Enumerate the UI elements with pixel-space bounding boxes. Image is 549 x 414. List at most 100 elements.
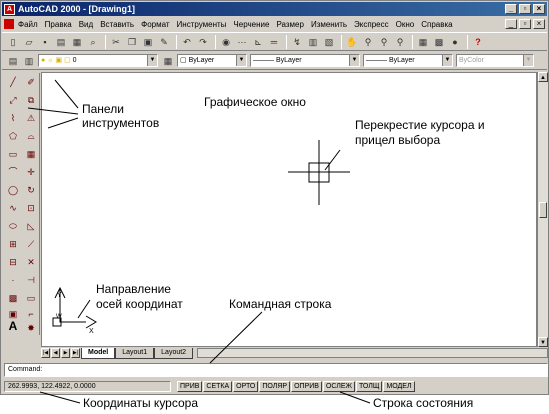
rectangle-icon[interactable]: ▭: [6, 147, 20, 161]
menu-edit[interactable]: Правка: [45, 20, 72, 29]
command-line[interactable]: Command:: [4, 363, 548, 377]
rotate-icon[interactable]: ↻: [24, 183, 38, 197]
scroll-down-icon[interactable]: ▼: [538, 337, 548, 347]
properties-icon[interactable]: ▦: [416, 35, 430, 49]
point-icon[interactable]: ·: [6, 273, 20, 287]
tab-layout1[interactable]: Layout1: [115, 347, 155, 359]
model-toggle[interactable]: МОДЕЛ: [383, 381, 415, 392]
ucs-icon[interactable]: ⊾: [251, 35, 265, 49]
trim-icon[interactable]: ✕: [24, 255, 38, 269]
polyline-icon[interactable]: ⌇: [6, 111, 20, 125]
menu-file[interactable]: Файл: [18, 20, 38, 29]
make-block-icon[interactable]: ⊟: [6, 255, 20, 269]
otrack-toggle[interactable]: ОСЛЕЖ: [322, 381, 355, 392]
menu-view[interactable]: Вид: [79, 20, 93, 29]
next-tab-icon[interactable]: ▶: [61, 348, 70, 358]
tab-model[interactable]: Model: [81, 347, 116, 359]
distance-icon[interactable]: ═: [267, 35, 281, 49]
menu-express[interactable]: Экспресс: [354, 20, 389, 29]
polar-toggle[interactable]: ПОЛЯР: [259, 381, 291, 392]
paste-icon[interactable]: ▣: [141, 35, 155, 49]
line-icon[interactable]: ╱: [6, 75, 20, 89]
construction-line-icon[interactable]: ⤢: [6, 93, 20, 107]
grid-toggle[interactable]: СЕТКА: [203, 381, 233, 392]
design-center-icon[interactable]: ▩: [432, 35, 446, 49]
stretch-icon[interactable]: ◺: [24, 219, 38, 233]
snap-from-icon[interactable]: ⋯: [235, 35, 249, 49]
undo-icon[interactable]: ↶: [180, 35, 194, 49]
make-layer-current-icon[interactable]: ▤: [6, 54, 20, 68]
zoom-previous-icon[interactable]: ⚲: [393, 35, 407, 49]
menu-help[interactable]: Справка: [421, 20, 452, 29]
hyperlink-icon[interactable]: ◉: [219, 35, 233, 49]
open-icon[interactable]: ▱: [22, 35, 36, 49]
redo-icon[interactable]: ↷: [196, 35, 210, 49]
cut-icon[interactable]: ✂: [109, 35, 123, 49]
scale-icon[interactable]: ⊡: [24, 201, 38, 215]
doc-minimize-button[interactable]: _: [505, 19, 517, 29]
layers-icon[interactable]: ▥: [22, 54, 36, 68]
first-tab-icon[interactable]: |◀: [41, 348, 50, 358]
document-icon[interactable]: [4, 19, 14, 29]
snap-toggle[interactable]: ПРИВ: [177, 381, 203, 392]
find-icon[interactable]: ⌕: [86, 35, 100, 49]
match-properties-icon[interactable]: ✎: [157, 35, 171, 49]
close-button[interactable]: ×: [533, 4, 545, 14]
named-views-icon[interactable]: ▥: [306, 35, 320, 49]
menu-tools[interactable]: Инструменты: [177, 20, 227, 29]
color-select[interactable]: ▢ ByLayer ▼: [177, 54, 247, 67]
lwt-toggle[interactable]: ТОЛЩ: [355, 381, 383, 392]
menu-insert[interactable]: Вставить: [100, 20, 134, 29]
last-tab-icon[interactable]: ▶|: [71, 348, 80, 358]
break-icon[interactable]: ▭: [24, 291, 38, 305]
vertical-scrollbar[interactable]: ▲ ▼: [537, 72, 548, 347]
minimize-button[interactable]: _: [505, 4, 517, 14]
horizontal-scrollbar[interactable]: [197, 348, 548, 358]
doc-close-button[interactable]: ×: [533, 19, 545, 29]
copy-object-icon[interactable]: ⧉: [24, 93, 38, 107]
zoom-realtime-icon[interactable]: ⚲: [361, 35, 375, 49]
circle-icon[interactable]: ◯: [6, 183, 20, 197]
ortho-toggle[interactable]: ОРТО: [233, 381, 259, 392]
prev-tab-icon[interactable]: ◀: [51, 348, 60, 358]
offset-icon[interactable]: ⌓: [24, 129, 38, 143]
preview-icon[interactable]: ▦: [70, 35, 84, 49]
pan-icon[interactable]: ✋: [345, 35, 359, 49]
new-icon[interactable]: ▯: [6, 35, 20, 49]
3d-orbit-icon[interactable]: ▧: [322, 35, 336, 49]
osnap-toggle[interactable]: ОПРИВ: [291, 381, 322, 392]
polygon-icon[interactable]: ⬠: [6, 129, 20, 143]
menu-dimension[interactable]: Размер: [276, 20, 304, 29]
hatch-icon[interactable]: ▩: [6, 291, 20, 305]
erase-icon[interactable]: ✐: [24, 75, 38, 89]
move-icon[interactable]: ✛: [24, 165, 38, 179]
arc-icon[interactable]: ⌒: [6, 165, 20, 179]
dbconnect-icon[interactable]: ●: [448, 35, 462, 49]
scroll-up-icon[interactable]: ▲: [538, 72, 548, 82]
lineweight-select[interactable]: ——— ByLayer ▼: [363, 54, 453, 67]
print-icon[interactable]: ▤: [54, 35, 68, 49]
menu-window[interactable]: Окно: [396, 20, 415, 29]
zoom-window-icon[interactable]: ⚲: [377, 35, 391, 49]
menu-draw[interactable]: Черчение: [233, 20, 269, 29]
save-icon[interactable]: ▪: [38, 35, 52, 49]
redraw-icon[interactable]: ↯: [290, 35, 304, 49]
spline-icon[interactable]: ∿: [6, 201, 20, 215]
chamfer-icon[interactable]: ⌐: [24, 307, 38, 321]
explode-icon[interactable]: ✸: [24, 321, 38, 335]
plotstyle-select[interactable]: ByColor ▼: [456, 54, 534, 67]
layer-select[interactable]: ● ☼ ▣ ▢ 0 ▼: [38, 54, 158, 67]
lengthen-icon[interactable]: ⟋: [24, 237, 38, 251]
layer-previous-icon[interactable]: ▦: [161, 54, 175, 68]
ellipse-icon[interactable]: ⬭: [6, 219, 20, 233]
copy-icon[interactable]: ❐: [125, 35, 139, 49]
multiline-text-icon[interactable]: A: [6, 319, 20, 333]
array-icon[interactable]: ▦: [24, 147, 38, 161]
insert-block-icon[interactable]: ⊞: [6, 237, 20, 251]
maximize-button[interactable]: ▫: [519, 4, 531, 14]
doc-restore-button[interactable]: ▫: [519, 19, 531, 29]
mirror-icon[interactable]: ⚠: [24, 111, 38, 125]
help-icon[interactable]: ?: [471, 35, 485, 49]
menu-format[interactable]: Формат: [141, 20, 169, 29]
linetype-select[interactable]: ——— ByLayer ▼: [250, 54, 360, 67]
